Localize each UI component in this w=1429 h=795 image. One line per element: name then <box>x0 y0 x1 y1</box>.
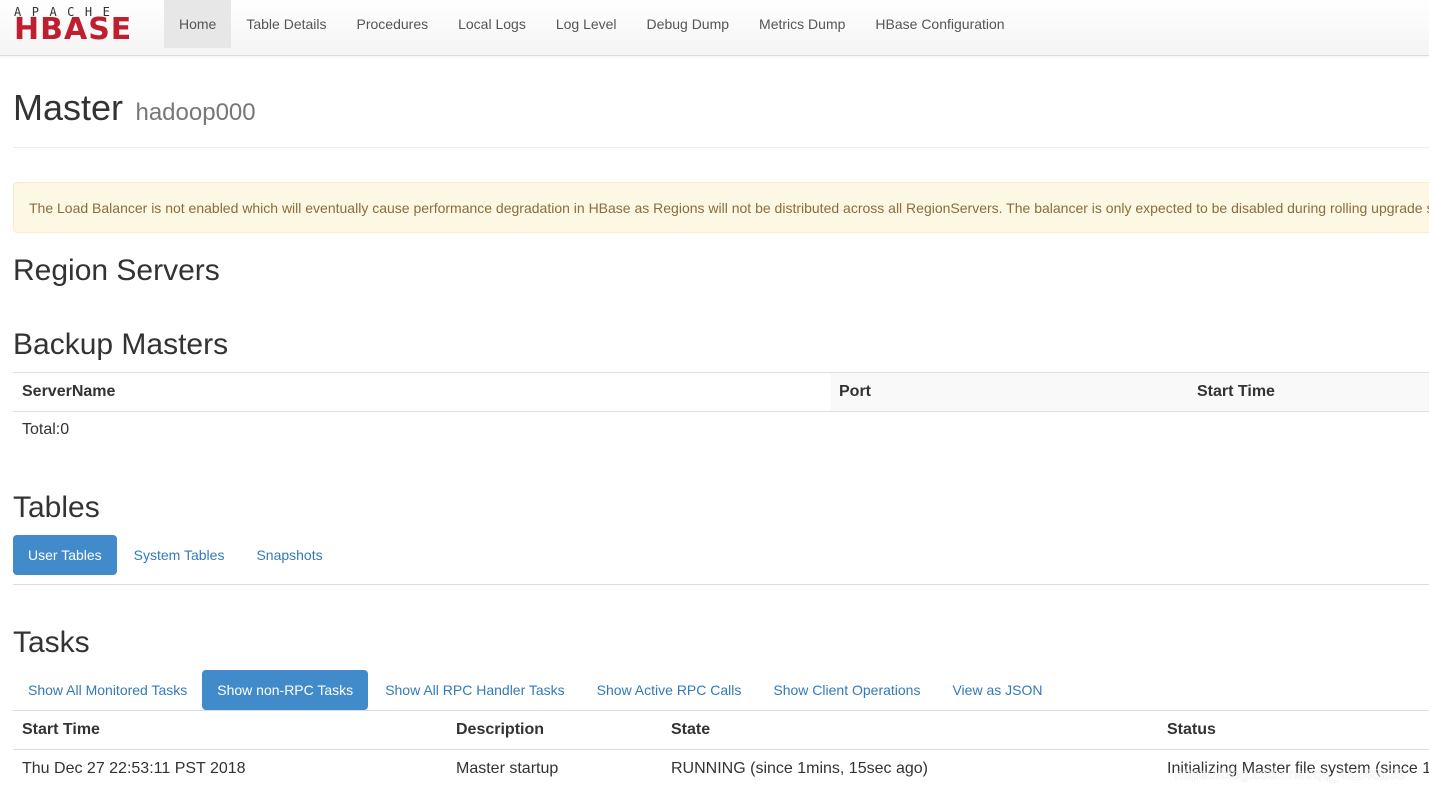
top-navbar: APACHE HBASE Home Table Details Procedur… <box>0 0 1429 56</box>
table-header-row: Start Time Description State Status <box>13 710 1429 750</box>
page-title: Master <box>13 87 124 128</box>
logo-hbase-text: HBASE <box>14 12 133 47</box>
backup-masters-total: Total:0 <box>22 421 70 438</box>
main-nav: Home Table Details Procedures Local Logs… <box>164 0 1020 48</box>
col-start-time[interactable]: Start Time <box>1197 373 1275 411</box>
nav-home[interactable]: Home <box>164 0 232 48</box>
task-state: RUNNING (since 1mins, 15sec ago) <box>671 760 928 777</box>
tables-tabs: User Tables System Tables Snapshots <box>13 535 339 575</box>
tab-rpc-handler-tasks[interactable]: Show All RPC Handler Tasks <box>368 670 580 710</box>
load-balancer-warning: The Load Balancer is not enabled which w… <box>13 182 1429 233</box>
nav-hbase-configuration[interactable]: HBase Configuration <box>860 0 1019 48</box>
nav-local-logs[interactable]: Local Logs <box>443 0 541 48</box>
tab-system-tables[interactable]: System Tables <box>117 535 241 575</box>
task-start-time: Thu Dec 27 22:53:11 PST 2018 <box>22 760 246 777</box>
tab-non-rpc-tasks[interactable]: Show non-RPC Tasks <box>202 670 369 710</box>
tab-all-monitored-tasks[interactable]: Show All Monitored Tasks <box>13 670 202 710</box>
col-state[interactable]: State <box>671 711 710 749</box>
col-port[interactable]: Port <box>839 373 871 411</box>
col-servername[interactable]: ServerName <box>22 373 115 411</box>
tab-view-as-json[interactable]: View as JSON <box>936 670 1058 710</box>
nav-metrics-dump[interactable]: Metrics Dump <box>744 0 860 48</box>
nav-table-details[interactable]: Table Details <box>231 0 341 48</box>
page-header: Master hadoop000 <box>13 80 1429 148</box>
tab-user-tables[interactable]: User Tables <box>13 535 117 575</box>
tables-heading: Tables <box>13 491 100 524</box>
master-hostname: hadoop000 <box>135 99 256 126</box>
backup-masters-table: ServerName Port Start Time Total:0 <box>13 372 1429 438</box>
nav-procedures[interactable]: Procedures <box>342 0 444 48</box>
table-header-row: ServerName Port Start Time <box>13 372 1429 412</box>
col-description[interactable]: Description <box>456 711 544 749</box>
col-status[interactable]: Status <box>1167 711 1216 749</box>
task-description: Master startup <box>456 760 559 777</box>
tab-snapshots[interactable]: Snapshots <box>240 535 338 575</box>
tab-client-operations[interactable]: Show Client Operations <box>757 670 936 710</box>
hbase-logo[interactable]: APACHE HBASE <box>14 6 150 47</box>
watermark: https://blog.csdn.net/qq_41245135 <box>1175 766 1406 783</box>
region-servers-heading: Region Servers <box>13 254 220 287</box>
backup-masters-heading: Backup Masters <box>13 328 229 361</box>
header-shade <box>831 373 1429 411</box>
tasks-tabs: Show All Monitored Tasks Show non-RPC Ta… <box>13 670 1058 710</box>
tabs-divider <box>13 584 1429 585</box>
col-start-time[interactable]: Start Time <box>22 711 100 749</box>
tasks-heading: Tasks <box>13 626 90 659</box>
nav-debug-dump[interactable]: Debug Dump <box>632 0 745 48</box>
nav-log-level[interactable]: Log Level <box>541 0 632 48</box>
tab-active-rpc-calls[interactable]: Show Active RPC Calls <box>581 670 758 710</box>
